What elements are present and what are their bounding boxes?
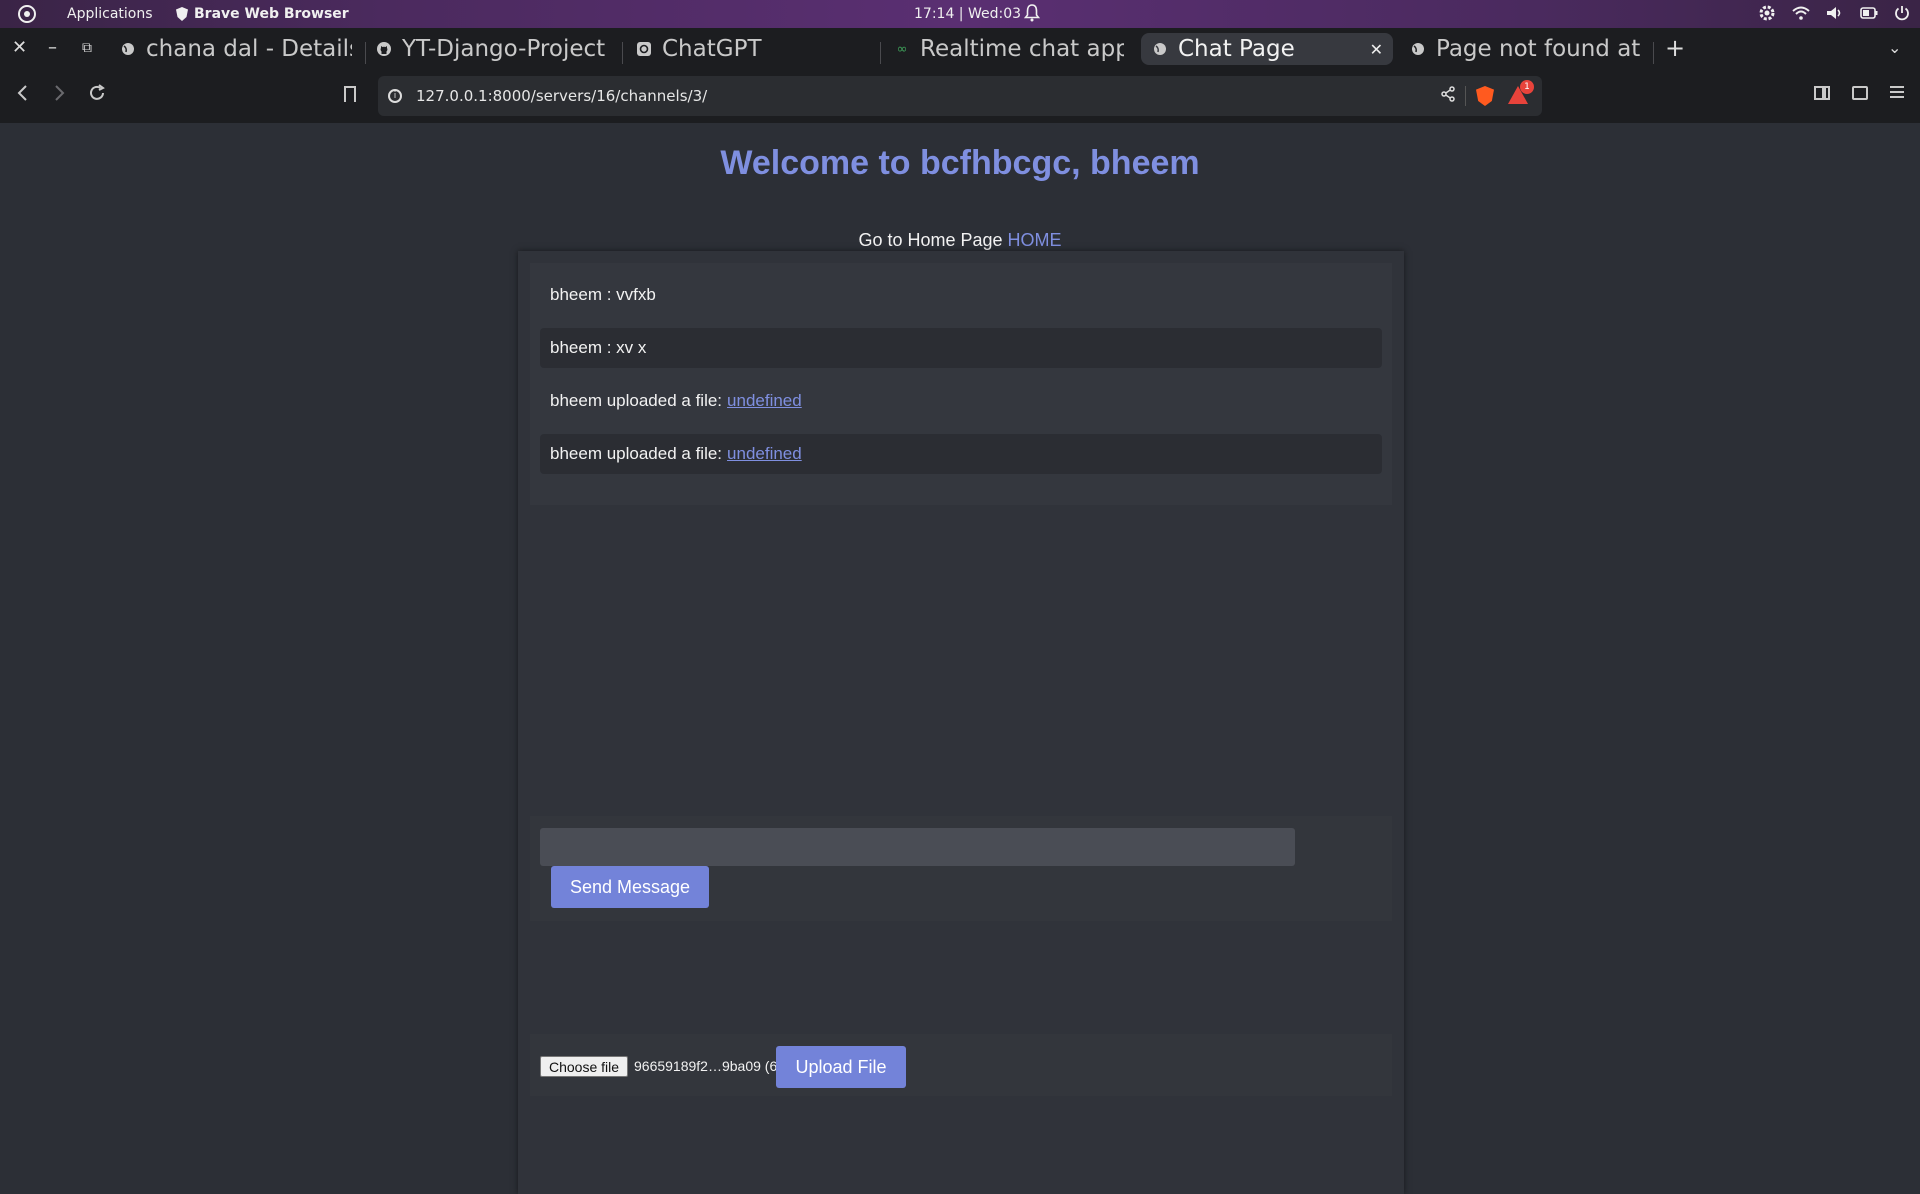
os-top-bar: Applications Brave Web Browser 17:14 | W… xyxy=(0,0,1920,28)
forward-button[interactable] xyxy=(54,84,66,105)
back-arrow-icon xyxy=(17,85,27,101)
bookmark-icon[interactable] xyxy=(344,86,356,102)
battery-icon[interactable] xyxy=(1860,7,1878,23)
tab-close-icon[interactable]: ✕ xyxy=(1370,40,1393,59)
tab-separator xyxy=(880,42,881,64)
message-list: bheem : vvfxb bheem : xv x bheem uploade… xyxy=(530,263,1392,505)
tab-chatgpt[interactable]: ChatGPT xyxy=(636,33,876,65)
applications-menu[interactable]: Applications xyxy=(67,6,153,22)
tab-list-chevron-icon[interactable]: ⌄ xyxy=(1888,38,1901,57)
url-text[interactable]: 127.0.0.1:8000/servers/16/channels/3/ xyxy=(416,87,707,105)
message-text: bheem uploaded a file: xyxy=(550,391,723,410)
notification-bell-icon[interactable] xyxy=(1023,4,1041,26)
system-clock[interactable]: 17:14 | Wed:03 xyxy=(914,6,1021,22)
tab-separator xyxy=(1653,42,1654,64)
page-title: Welcome to bcfhbcgc, bheem xyxy=(720,144,1200,182)
wifi-icon[interactable] xyxy=(1792,6,1810,24)
wallet-icon[interactable] xyxy=(1852,86,1868,100)
tab-page-not-found[interactable]: Page not found at xyxy=(1410,33,1646,65)
message-item: bheem : xv x xyxy=(540,328,1382,368)
window-minimize-icon[interactable]: – xyxy=(48,38,57,58)
tab-title: chana dal - Details xyxy=(146,36,352,62)
reload-icon xyxy=(90,84,105,100)
power-icon[interactable] xyxy=(1894,5,1910,25)
tab-strip: ✕ – ⧉ chana dal - Details YT-Django-Proj… xyxy=(0,28,1920,70)
settings-gear-icon[interactable] xyxy=(1758,4,1776,26)
system-tray xyxy=(1758,4,1910,26)
upload-file-button[interactable]: Upload File xyxy=(776,1046,906,1088)
file-upload-bar: Choose file 96659189f2…9ba09 (6).pdf Upl… xyxy=(530,1034,1392,1096)
site-info-icon[interactable]: i xyxy=(388,89,402,103)
message-item: bheem uploaded a file: undefined xyxy=(540,434,1382,474)
tab-title: Page not found at xyxy=(1436,36,1641,62)
sidebar-toggle-icon[interactable] xyxy=(1814,86,1830,100)
url-bar-divider xyxy=(1465,86,1466,106)
tab-title: Realtime chat app xyxy=(920,36,1124,62)
brave-rewards-icon[interactable]: 1 xyxy=(1508,80,1534,106)
tab-separator xyxy=(622,42,623,64)
file-link[interactable]: undefined xyxy=(727,444,802,464)
tab-chana-dal[interactable]: chana dal - Details xyxy=(120,33,352,65)
home-text: Go to Home Page xyxy=(858,230,1003,250)
new-tab-button[interactable]: + xyxy=(1665,34,1685,62)
share-icon[interactable] xyxy=(1440,86,1456,106)
tab-title: YT-Django-Project xyxy=(402,36,606,62)
link-icon: ∞ xyxy=(896,41,908,57)
file-link[interactable]: undefined xyxy=(727,391,802,411)
forward-arrow-icon xyxy=(55,85,65,101)
message-composer: Send Message xyxy=(530,816,1392,921)
rewards-badge: 1 xyxy=(1520,80,1534,94)
message-text: bheem : vvfxb xyxy=(550,285,656,304)
window-restore-icon[interactable]: ⧉ xyxy=(82,38,92,58)
chat-panel: bheem : vvfxb bheem : xv x bheem uploade… xyxy=(518,251,1404,1194)
address-bar[interactable]: i 127.0.0.1:8000/servers/16/channels/3/ … xyxy=(378,76,1542,116)
tab-title: Chat Page xyxy=(1178,36,1295,62)
tab-realtime-chat-app[interactable]: ∞ Realtime chat app xyxy=(894,33,1124,65)
browser-toolbar: i 127.0.0.1:8000/servers/16/channels/3/ … xyxy=(0,70,1920,123)
back-button[interactable] xyxy=(16,84,28,105)
tab-separator xyxy=(365,42,366,64)
brave-lion-icon xyxy=(176,7,188,21)
tab-title: ChatGPT xyxy=(662,36,762,62)
github-icon xyxy=(376,41,392,57)
os-logo-icon[interactable] xyxy=(18,5,36,23)
globe-icon xyxy=(120,41,136,57)
message-item: bheem uploaded a file: undefined xyxy=(540,381,1382,421)
web-page: Welcome to bcfhbcgc, bheem Go to Home Pa… xyxy=(0,123,1920,1194)
message-item: bheem : vvfxb xyxy=(540,275,1382,315)
volume-icon[interactable] xyxy=(1826,6,1844,24)
tab-chat-page[interactable]: Chat Page ✕ xyxy=(1141,33,1393,65)
globe-icon xyxy=(1410,41,1426,57)
reload-button[interactable] xyxy=(88,84,106,105)
message-input[interactable] xyxy=(540,828,1295,866)
globe-icon xyxy=(1152,41,1168,57)
active-app-indicator[interactable]: Brave Web Browser xyxy=(176,6,349,22)
window-close-icon[interactable]: ✕ xyxy=(12,38,27,58)
message-text: bheem uploaded a file: xyxy=(550,444,723,463)
main-menu-icon[interactable] xyxy=(1890,86,1904,98)
home-line: Go to Home Page HOME xyxy=(0,230,1920,251)
send-message-button[interactable]: Send Message xyxy=(551,866,709,908)
message-text: bheem : xv x xyxy=(550,338,647,357)
brave-shields-icon[interactable] xyxy=(1476,86,1494,106)
openai-icon xyxy=(636,41,652,57)
active-app-label: Brave Web Browser xyxy=(194,6,349,22)
tab-yt-django-project[interactable]: YT-Django-Project xyxy=(376,33,610,65)
choose-file-button[interactable]: Choose file xyxy=(540,1056,628,1077)
home-link[interactable]: HOME xyxy=(1008,230,1062,250)
